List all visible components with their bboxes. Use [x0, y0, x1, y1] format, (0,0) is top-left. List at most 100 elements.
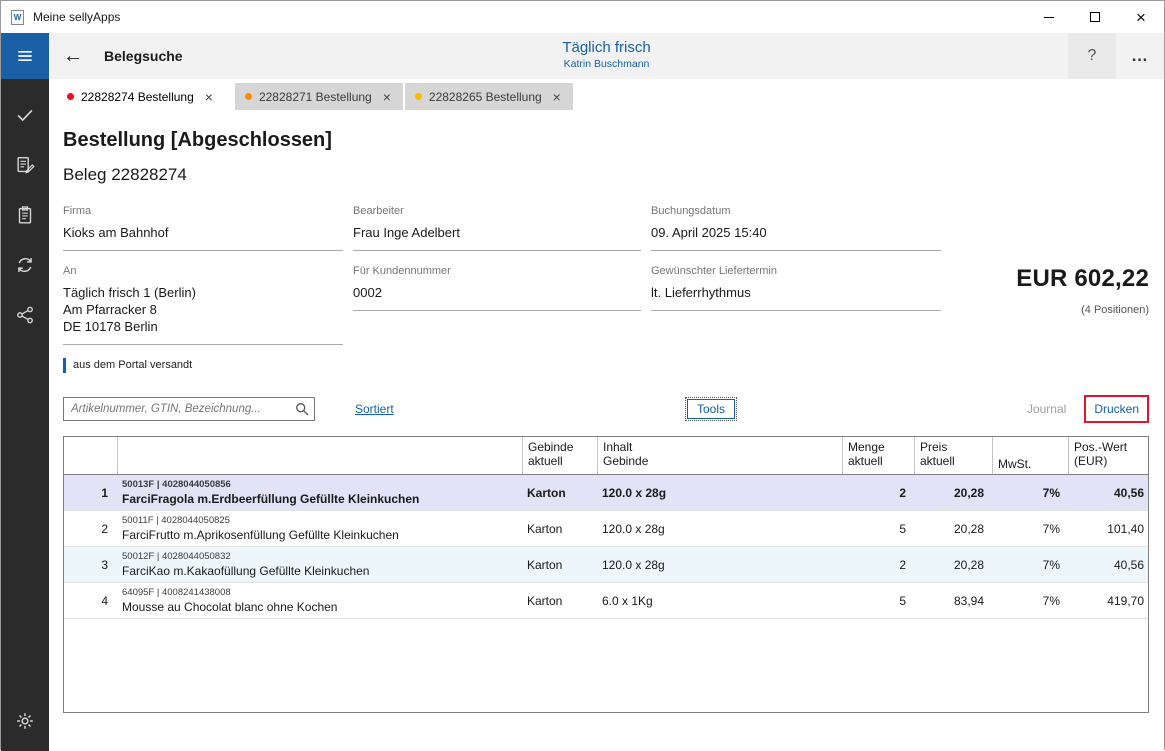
field-value: Täglich frisch 1 (Berlin) Am Pfarracker …: [63, 284, 343, 345]
header-wert: Pos.-Wert (EUR): [1068, 437, 1149, 474]
field-kundennummer: Für Kundennummer 0002: [353, 265, 641, 311]
field-bearbeiter: Bearbeiter Frau Inge Adelbert: [353, 205, 641, 251]
sidebar-item-settings[interactable]: [1, 699, 49, 743]
page-header: ← Belegsuche Täglich frisch Katrin Busch…: [49, 33, 1164, 79]
print-button-highlight[interactable]: Drucken: [1084, 395, 1149, 423]
tab-label: 22828274 Bestellung: [81, 90, 194, 104]
search-icon[interactable]: [295, 402, 309, 421]
journal-button[interactable]: Journal: [1027, 402, 1066, 416]
field-firma: Firma Kioks am Bahnhof: [63, 205, 343, 251]
document-tabs: 22828274 Bestellung × 22828271 Bestellun…: [49, 79, 1164, 110]
document-number: Beleg 22828274: [63, 165, 1149, 185]
tab-close-icon[interactable]: ×: [551, 89, 563, 105]
sidebar-item-sync[interactable]: [1, 243, 49, 287]
status-dot-yellow: [415, 93, 422, 100]
cell-preis: 83,94: [914, 583, 992, 618]
more-button[interactable]: …: [1116, 33, 1164, 79]
header-gebinde: Gebinde aktuell: [522, 437, 597, 474]
cell-num: 1: [64, 475, 117, 510]
document-content: Bestellung [Abgeschlossen] Beleg 2282827…: [49, 110, 1164, 751]
field-label: Firma: [63, 205, 343, 217]
maximize-button[interactable]: [1072, 1, 1118, 33]
field-an: An Täglich frisch 1 (Berlin) Am Pfarrack…: [63, 265, 343, 345]
article-name: FarciKao m.Kakaofüllung Gefüllte Kleinku…: [122, 563, 517, 579]
article-search-input[interactable]: [63, 397, 315, 421]
table-row[interactable]: 2 50011F | 4028044050825 FarciFrutto m.A…: [64, 511, 1148, 547]
field-value: lt. Lieferrhythmus: [651, 284, 941, 311]
field-liefertermin: Gewünschter Liefertermin lt. Lieferrhyth…: [651, 265, 941, 311]
tab-close-icon[interactable]: ×: [381, 89, 393, 105]
cell-menge: 2: [842, 475, 914, 510]
status-dot-red: [67, 93, 74, 100]
app-window: { "window": { "title": "Meine sellyApps"…: [0, 0, 1165, 750]
article-name: FarciFragola m.Erdbeerfüllung Gefüllte K…: [122, 491, 517, 507]
edit-document-icon: [14, 154, 36, 176]
cell-mwst: 7%: [992, 583, 1068, 618]
sidebar: [1, 33, 49, 751]
table-row[interactable]: 4 64095F | 4008241438008 Mousse au Choco…: [64, 583, 1148, 619]
table-row[interactable]: 1 50013F | 4028044050856 FarciFragola m.…: [64, 475, 1148, 511]
cell-gebinde: Karton: [522, 475, 597, 510]
header-inhalt: Inhalt Gebinde: [597, 437, 842, 474]
cell-inhalt: 120.0 x 28g: [597, 511, 842, 546]
sidebar-item-orders[interactable]: [1, 193, 49, 237]
close-icon: ×: [1136, 9, 1146, 26]
clipboard-icon: [14, 204, 36, 226]
article-name: FarciFrutto m.Aprikosenfüllung Gefüllte …: [122, 527, 517, 543]
minimize-button[interactable]: [1026, 1, 1072, 33]
cell-mwst: 7%: [992, 547, 1068, 582]
header-article: [117, 437, 522, 474]
sidebar-item-tasks[interactable]: [1, 93, 49, 137]
cell-mwst: 7%: [992, 511, 1068, 546]
table-header-row: Gebinde aktuell Inhalt Gebinde Menge akt…: [64, 437, 1148, 475]
minimize-icon: [1044, 17, 1054, 18]
sidebar-item-share[interactable]: [1, 293, 49, 337]
tools-button[interactable]: Tools: [687, 399, 735, 419]
order-total: EUR 602,22: [951, 265, 1149, 293]
sort-link[interactable]: Sortiert: [355, 402, 394, 416]
table-row[interactable]: 3 50012F | 4028044050832 FarciKao m.Kaka…: [64, 547, 1148, 583]
tab-close-icon[interactable]: ×: [203, 89, 215, 105]
cell-gebinde: Karton: [522, 511, 597, 546]
tab-label: 22828271 Bestellung: [259, 90, 372, 104]
field-label: An: [63, 265, 343, 277]
window-controls: ×: [1026, 1, 1164, 33]
cell-article: 64095F | 4008241438008 Mousse au Chocola…: [117, 583, 522, 618]
cell-gebinde: Karton: [522, 547, 597, 582]
cell-wert: 40,56: [1068, 475, 1149, 510]
field-label: Bearbeiter: [353, 205, 641, 217]
close-button[interactable]: ×: [1118, 1, 1164, 33]
cell-menge: 2: [842, 547, 914, 582]
cell-article: 50012F | 4028044050832 FarciKao m.Kakaof…: [117, 547, 522, 582]
header-num: [64, 437, 117, 474]
portal-sent-tag: aus dem Portal versandt: [63, 358, 1149, 373]
cell-gebinde: Karton: [522, 583, 597, 618]
tab-bestellung-22828271[interactable]: 22828271 Bestellung ×: [235, 83, 403, 110]
tab-bestellung-22828274[interactable]: 22828274 Bestellung ×: [57, 83, 225, 110]
hamburger-menu-button[interactable]: [1, 33, 49, 79]
header-menge: Menge aktuell: [842, 437, 914, 474]
field-label: Für Kundennummer: [353, 265, 641, 277]
cell-inhalt: 120.0 x 28g: [597, 475, 842, 510]
article-code: 50013F | 4028044050856: [122, 478, 517, 491]
field-label: Buchungsdatum: [651, 205, 941, 217]
tab-bestellung-22828265[interactable]: 22828265 Bestellung ×: [405, 83, 573, 110]
back-button[interactable]: ←: [49, 33, 97, 79]
cell-menge: 5: [842, 511, 914, 546]
page-title: Belegsuche: [104, 48, 183, 64]
field-value: Frau Inge Adelbert: [353, 224, 641, 251]
sidebar-item-offers[interactable]: [1, 143, 49, 187]
field-value: Kioks am Bahnhof: [63, 224, 343, 251]
status-dot-orange: [245, 93, 252, 100]
cell-inhalt: 6.0 x 1Kg: [597, 583, 842, 618]
header-mwst: MwSt.: [992, 437, 1068, 474]
cell-mwst: 7%: [992, 475, 1068, 510]
print-button[interactable]: Drucken: [1094, 402, 1139, 416]
article-toolbar: Sortiert Tools Journal Drucken: [63, 395, 1149, 422]
share-icon: [14, 304, 36, 326]
fields-row-2: An Täglich frisch 1 (Berlin) Am Pfarrack…: [63, 265, 1149, 345]
field-buchungsdatum: Buchungsdatum 09. April 2025 15:40: [651, 205, 941, 251]
help-button[interactable]: ?: [1068, 33, 1116, 79]
cell-wert: 419,70: [1068, 583, 1149, 618]
user-name[interactable]: Katrin Buschmann: [562, 58, 650, 70]
